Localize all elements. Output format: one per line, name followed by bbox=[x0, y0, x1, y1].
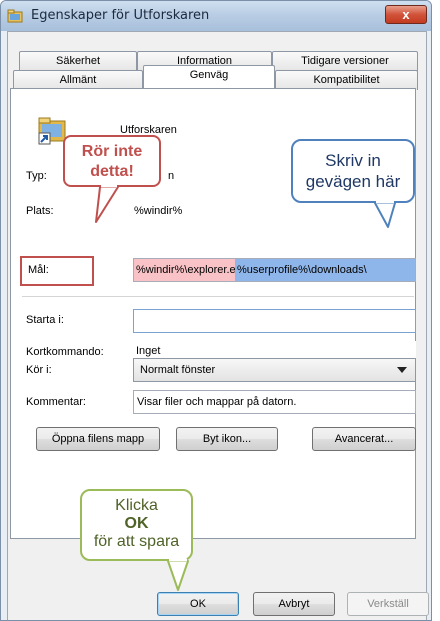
tab-general[interactable]: Allmänt bbox=[13, 70, 143, 90]
folder-icon bbox=[7, 9, 23, 23]
advanced-button[interactable]: Avancerat... bbox=[312, 427, 416, 451]
close-icon: x bbox=[402, 7, 410, 22]
target-label-highlight bbox=[20, 256, 94, 286]
callout-green-line1: Klicka bbox=[115, 497, 158, 514]
do-not-touch-callout: Rör inte detta! bbox=[63, 135, 161, 187]
location-value: %windir% bbox=[134, 205, 183, 217]
type-label: Typ: bbox=[26, 170, 47, 182]
tab-compatibility[interactable]: Kompatibilitet bbox=[275, 70, 418, 90]
comment-field[interactable]: Visar filer och mappar på datorn. bbox=[133, 390, 416, 414]
title-bar[interactable]: Egenskaper för Utforskaren x bbox=[1, 1, 431, 31]
callout-green-line2: OK bbox=[124, 515, 149, 532]
shortcut-key-label: Kortkommando: bbox=[26, 346, 104, 358]
run-value: Normalt fönster bbox=[140, 364, 216, 376]
callout-green-line3: för att spara bbox=[93, 533, 180, 550]
open-file-location-button[interactable]: Öppna filens mapp bbox=[36, 427, 160, 451]
callout-red-line2: detta! bbox=[90, 163, 134, 180]
start-in-field[interactable] bbox=[133, 309, 416, 333]
target-exe-path[interactable]: %windir%\explorer.exe bbox=[134, 259, 247, 281]
window-title: Egenskaper för Utforskaren bbox=[31, 8, 210, 23]
shortcut-key-value: Inget bbox=[136, 345, 161, 357]
callout-red-line1: Rör inte bbox=[81, 143, 143, 160]
tab-security[interactable]: Säkerhet bbox=[19, 51, 137, 71]
location-label: Plats: bbox=[26, 205, 54, 217]
callout-blue-line1: Skriv in bbox=[325, 151, 381, 170]
type-value: n bbox=[168, 170, 175, 182]
click-ok-callout: Klicka OK för att spara bbox=[80, 489, 193, 561]
target-field[interactable]: %windir%\explorer.exe %userprofile%\down… bbox=[133, 258, 416, 282]
divider bbox=[22, 296, 414, 297]
callout-blue-line2: gevägen här bbox=[305, 172, 401, 191]
enter-path-callout: Skriv in gevägen här bbox=[291, 139, 415, 203]
tab-previous-versions[interactable]: Tidigare versioner bbox=[272, 51, 418, 71]
start-in-label: Starta i: bbox=[26, 314, 64, 326]
tab-shortcut[interactable]: Genväg bbox=[143, 65, 275, 88]
run-select[interactable]: Normalt fönster bbox=[133, 358, 416, 382]
run-label: Kör i: bbox=[26, 364, 52, 376]
apply-button[interactable]: Verkställ bbox=[347, 592, 429, 616]
start-in-value bbox=[134, 315, 137, 327]
comment-value: Visar filer och mappar på datorn. bbox=[137, 396, 297, 408]
ok-button[interactable]: OK bbox=[157, 592, 239, 616]
change-icon-button[interactable]: Byt ikon... bbox=[176, 427, 278, 451]
close-button[interactable]: x bbox=[385, 5, 427, 24]
cancel-button[interactable]: Avbryt bbox=[253, 592, 335, 616]
target-download-path[interactable]: %userprofile%\downloads\ bbox=[235, 259, 415, 281]
chevron-down-icon bbox=[397, 367, 407, 373]
comment-label: Kommentar: bbox=[26, 396, 86, 408]
